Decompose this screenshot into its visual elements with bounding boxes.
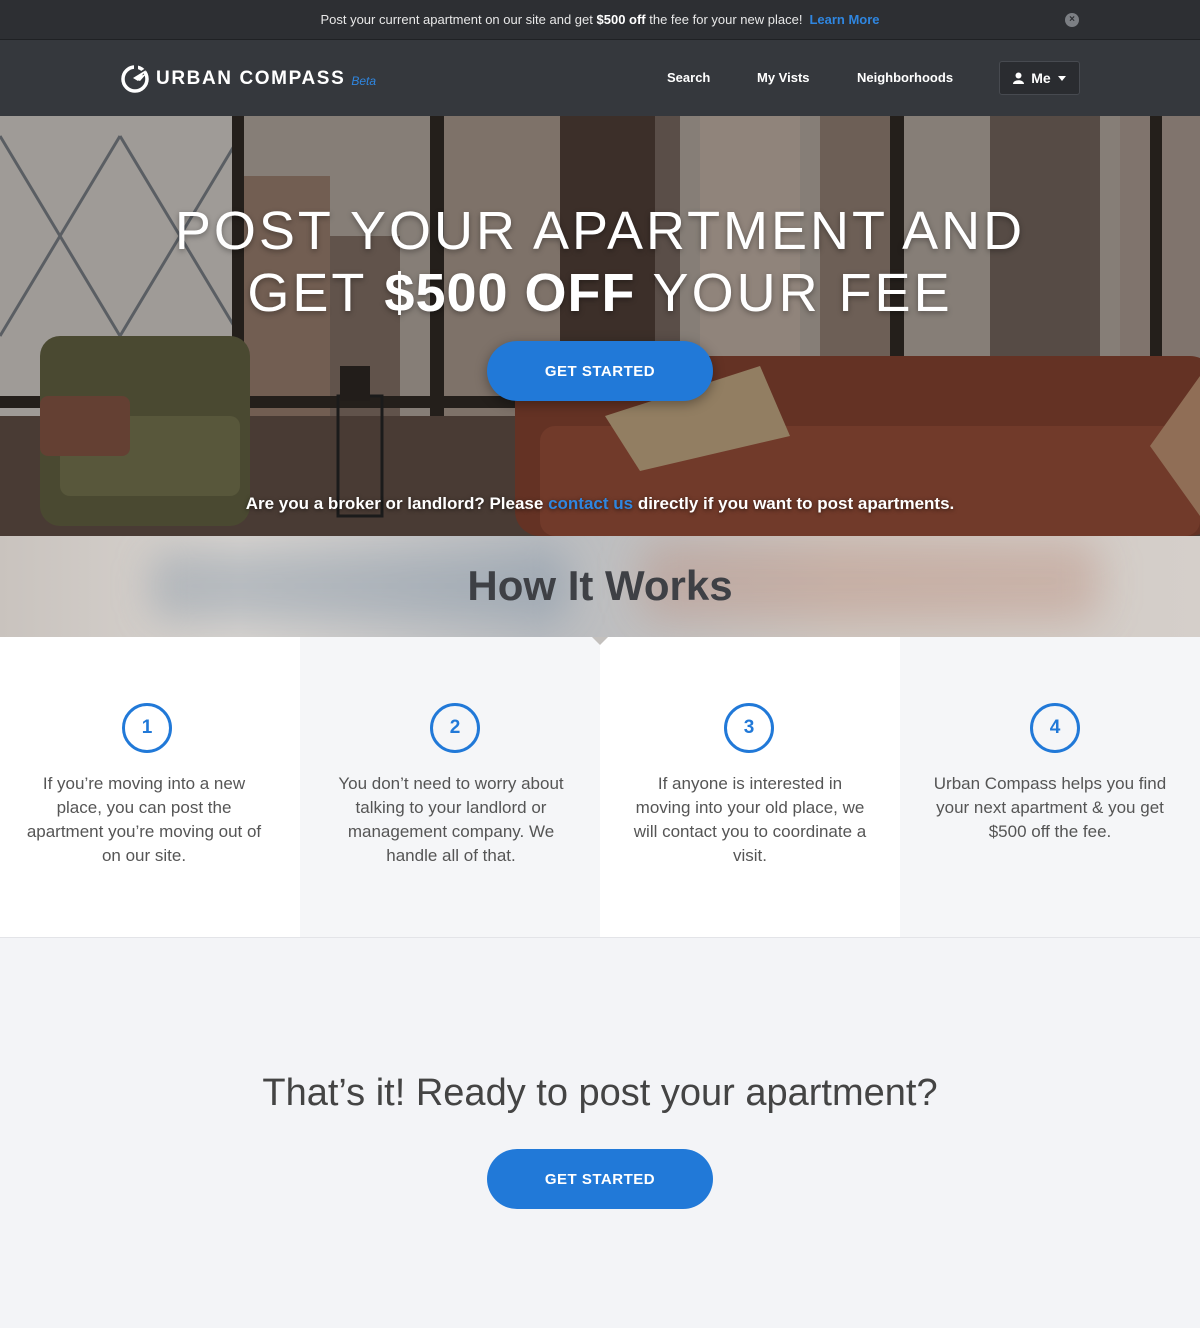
step-number-badge: 1 bbox=[122, 703, 172, 753]
step-description: If anyone is interested in moving into y… bbox=[633, 774, 867, 865]
bottom-cta-section: That’s it! Ready to post your apartment?… bbox=[0, 938, 1200, 1328]
top-nav: URBAN COMPASS Beta Search My Vists Neigh… bbox=[0, 40, 1200, 116]
logo[interactable]: URBAN COMPASS Beta bbox=[120, 64, 376, 94]
promo-text-before: Post your current apartment on our site … bbox=[320, 12, 597, 27]
hero-line2-after: YOUR FEE bbox=[635, 263, 953, 323]
beta-label: Beta bbox=[351, 73, 377, 88]
me-label: Me bbox=[1031, 70, 1051, 86]
step-number-badge: 4 bbox=[1030, 703, 1080, 753]
learn-more-link[interactable]: Learn More bbox=[809, 12, 879, 27]
hero-line2-bold: $500 OFF bbox=[384, 263, 636, 323]
section-pointer bbox=[592, 637, 608, 645]
promo-text: Post your current apartment on our site … bbox=[320, 12, 802, 27]
broker-text-after: directly if you want to post apartments. bbox=[633, 494, 955, 513]
step-description: Urban Compass helps you find your next a… bbox=[933, 774, 1167, 841]
step-card: 2 You don’t need to worry about talking … bbox=[300, 637, 600, 937]
nav-search[interactable]: Search bbox=[667, 70, 710, 85]
hero-headline: POST YOUR APARTMENT AND GET $500 OFF YOU… bbox=[0, 200, 1200, 324]
step-description: If you’re moving into a new place, you c… bbox=[26, 774, 262, 865]
broker-note: Are you a broker or landlord? Please con… bbox=[0, 494, 1200, 514]
contact-us-link[interactable]: contact us bbox=[548, 494, 633, 513]
promo-text-bold: $500 off bbox=[596, 12, 646, 27]
step-card: 3 If anyone is interested in moving into… bbox=[600, 637, 900, 937]
step-number-badge: 3 bbox=[724, 703, 774, 753]
step-card: 1 If you’re moving into a new place, you… bbox=[0, 637, 300, 937]
how-it-works-title: How It Works bbox=[467, 562, 733, 609]
close-icon[interactable]: × bbox=[1065, 13, 1079, 27]
bottom-get-started-button[interactable]: GET STARTED bbox=[487, 1149, 713, 1209]
step-number-badge: 2 bbox=[430, 703, 480, 753]
caret-down-icon bbox=[1057, 75, 1066, 81]
promo-text-after: the fee for your new place! bbox=[645, 12, 803, 27]
hero-line1: POST YOUR APARTMENT AND bbox=[174, 201, 1026, 261]
me-dropdown[interactable]: Me bbox=[999, 61, 1080, 95]
step-description: You don’t need to worry about talking to… bbox=[338, 774, 564, 865]
step-card: 4 Urban Compass helps you find your next… bbox=[900, 637, 1200, 937]
hero-get-started-button[interactable]: GET STARTED bbox=[487, 341, 713, 401]
steps-row: 1 If you’re moving into a new place, you… bbox=[0, 637, 1200, 938]
cta-title: That’s it! Ready to post your apartment? bbox=[262, 1072, 938, 1114]
user-icon bbox=[1013, 72, 1025, 84]
nav-neighborhoods[interactable]: Neighborhoods bbox=[857, 70, 953, 85]
hero-background-image bbox=[0, 116, 1200, 536]
compass-icon bbox=[121, 64, 149, 93]
how-it-works-header: How It Works bbox=[0, 536, 1200, 637]
hero-section: POST YOUR APARTMENT AND GET $500 OFF YOU… bbox=[0, 116, 1200, 536]
brand-name: URBAN COMPASS bbox=[156, 68, 346, 89]
hero-line2-before: GET bbox=[247, 263, 385, 323]
promo-banner: Post your current apartment on our site … bbox=[0, 0, 1200, 40]
nav-my-visits[interactable]: My Vists bbox=[757, 70, 810, 85]
broker-text-before: Are you a broker or landlord? Please bbox=[245, 494, 549, 513]
